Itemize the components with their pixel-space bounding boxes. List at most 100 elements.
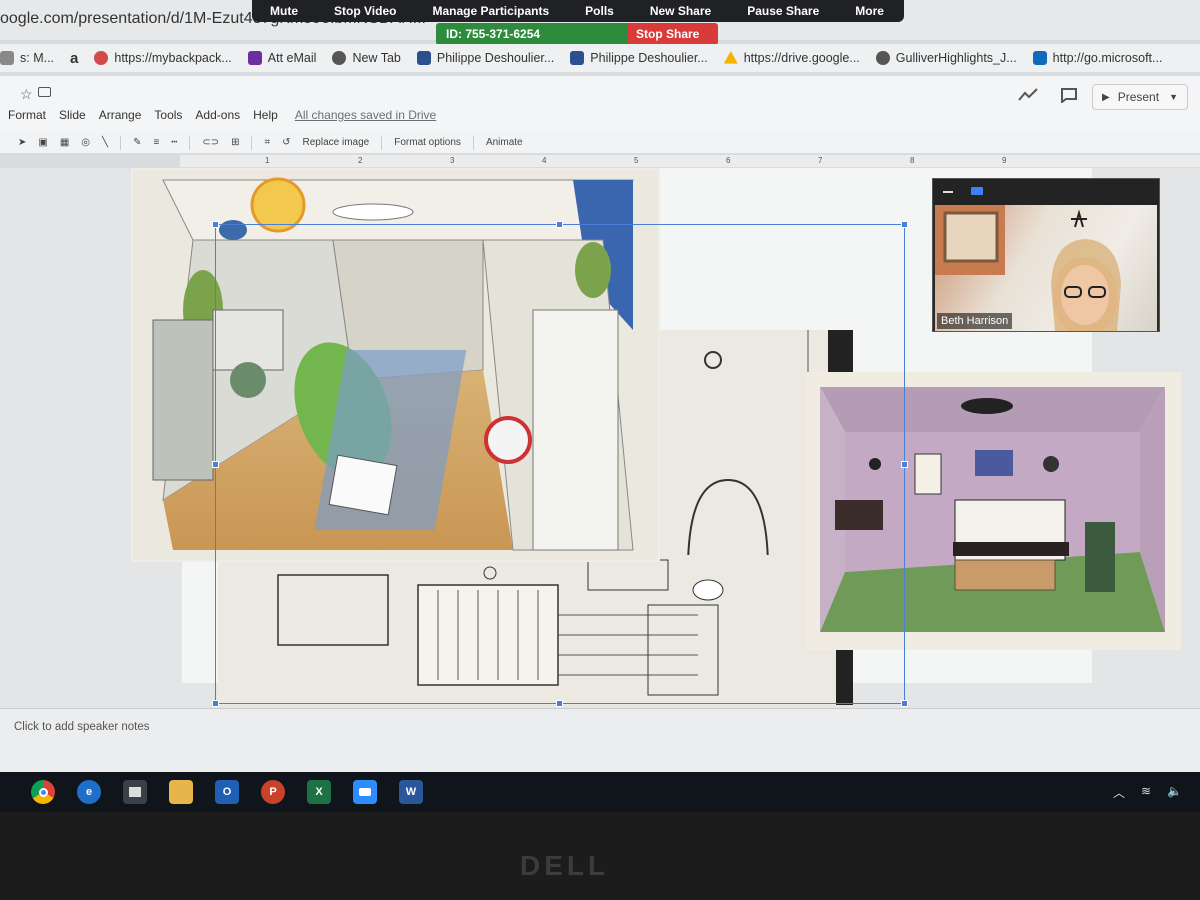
outlook-icon[interactable]: O [215,780,239,804]
powerpoint-icon[interactable]: P [261,780,285,804]
bookmark-item[interactable]: s: M... [0,51,54,65]
view-toggle-icon[interactable] [971,187,983,195]
resize-handle[interactable] [901,221,908,228]
save-status[interactable]: All changes saved in Drive [295,108,436,122]
line-tool-icon[interactable]: ╲ [102,137,108,148]
store-icon[interactable] [123,780,147,804]
bookmark-item[interactable]: Att eMail [247,51,316,65]
wifi-icon[interactable]: ≋ [1141,784,1151,801]
zoom-camera [359,788,371,796]
bookmark-label: GulliverHighlights_J... [895,51,1017,65]
replace-image-button[interactable]: Replace image [303,137,370,148]
crop-icon[interactable]: ⌗ [264,137,270,148]
bookmark-label: Philippe Deshoulier... [590,51,708,65]
apps-icon [0,51,14,65]
bookmark-item[interactable]: a [70,50,78,67]
meeting-id-badge: ID: 755-371-6254 [436,23,628,45]
image-selection-box[interactable] [212,221,908,707]
manage-participants-button[interactable]: Manage Participants [414,4,567,18]
speaker-notes-area[interactable]: Click to add speaker notes [0,708,1200,772]
bookmark-item[interactable]: GulliverHighlights_J... [875,51,1017,65]
resize-handle[interactable] [901,461,908,468]
resize-handle[interactable] [556,221,563,228]
folder-icon[interactable] [38,87,51,97]
bing-icon [1032,51,1047,65]
bookmark-item[interactable]: https://mybackpack... [94,51,232,65]
speaker-notes-placeholder[interactable]: Click to add speaker notes [14,721,150,733]
zoom-share-status: ID: 755-371-6254 Stop Share [436,23,718,45]
menu-slide[interactable]: Slide [59,108,86,122]
participant-video-tile[interactable]: Beth Harrison [932,178,1160,337]
file-explorer-icon[interactable] [169,780,193,804]
yahoo-icon [247,51,262,65]
chevron-up-icon[interactable]: ︿ [1113,784,1125,801]
menu-tools[interactable]: Tools [154,108,182,122]
resize-handle[interactable] [901,700,908,707]
resize-handle[interactable] [212,461,219,468]
polls-button[interactable]: Polls [567,4,632,18]
resize-handle[interactable] [556,700,563,707]
pen-icon[interactable]: ✎ [133,137,141,148]
stop-video-button[interactable]: Stop Video [316,4,414,18]
toolbar-divider [381,135,383,150]
minimize-icon[interactable] [943,191,953,193]
format-toolbar: ➤ ▣ ▦ ◎ ╲ ✎ ≡ ┅ ⊂⊃ ⊞ ⌗ ↺ Replace image F… [0,132,1200,154]
meeting-id-text: ID: 755-371-6254 [446,27,541,41]
add-comment-icon[interactable]: ⊞ [231,137,239,148]
bookmark-item[interactable]: Philippe Deshoulier... [570,51,708,65]
chevron-down-icon[interactable]: ▼ [1169,92,1178,102]
zoom-share-toolbar: Mute Stop Video Manage Participants Poll… [252,0,904,22]
animate-button[interactable]: Animate [486,137,523,148]
reset-image-icon[interactable]: ↺ [282,137,290,148]
ruler-mark: 4 [542,156,547,165]
stop-share-button[interactable]: Stop Share [628,23,718,45]
word-icon[interactable]: W [399,780,423,804]
activity-icon[interactable] [1018,88,1038,102]
bookmarks-bar: s: M... a https://mybackpack... Att eMai… [0,44,1200,72]
format-options-button[interactable]: Format options [394,137,461,148]
ruler-mark: 6 [726,156,731,165]
bookmark-item[interactable]: http://go.microsoft... [1032,51,1162,65]
select-tool-icon[interactable]: ➤ [18,137,26,148]
edge-icon[interactable]: e [77,780,101,804]
store-bag [129,787,141,797]
menu-arrange[interactable]: Arrange [99,108,142,122]
dell-logo: DELL [520,850,610,881]
backpack-icon [94,51,109,65]
comments-icon[interactable] [1060,87,1078,103]
toolbar-divider [251,135,253,150]
menu-format[interactable]: Format [8,108,46,122]
chrome-icon[interactable] [31,780,55,804]
image-tool-icon[interactable]: ▦ [60,137,69,148]
present-button[interactable]: ▶ Present ▼ [1092,84,1188,110]
fd-icon [570,51,585,65]
excel-icon[interactable]: X [307,780,331,804]
globe-icon [875,51,890,65]
new-share-button[interactable]: New Share [632,4,729,18]
ruler-mark: 2 [358,156,363,165]
ruler-mark: 9 [1002,156,1007,165]
textbox-tool-icon[interactable]: ▣ [38,137,47,148]
present-label: Present [1117,90,1160,104]
resize-handle[interactable] [212,700,219,707]
more-button[interactable]: More [837,4,902,18]
bookmark-item[interactable]: https://drive.google... [723,51,860,65]
pause-share-button[interactable]: Pause Share [729,4,837,18]
mute-button[interactable]: Mute [252,4,316,18]
menu-bar: Format Slide Arrange Tools Add-ons Help … [8,108,449,122]
toolbar-divider [189,135,191,150]
resize-handle[interactable] [212,221,219,228]
volume-icon[interactable]: 🔈 [1167,784,1182,801]
line-dash-icon[interactable]: ┅ [171,137,177,148]
bookmark-label: s: M... [20,51,55,65]
zoom-icon[interactable] [353,780,377,804]
bookmark-item[interactable]: New Tab [332,51,401,65]
line-weight-icon[interactable]: ≡ [153,137,159,148]
shape-tool-icon[interactable]: ◎ [81,137,90,148]
menu-help[interactable]: Help [253,108,278,122]
link-icon[interactable]: ⊂⊃ [202,137,219,148]
star-icon[interactable]: ☆ [20,86,33,103]
menu-addons[interactable]: Add-ons [195,108,240,122]
bookmark-item[interactable]: Philippe Deshoulier... [416,51,554,65]
toolbar-divider [472,135,474,150]
